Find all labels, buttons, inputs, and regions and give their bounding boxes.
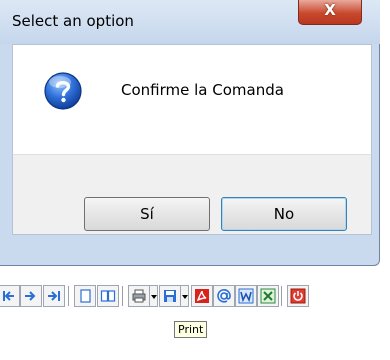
save-dropdown[interactable] [180, 285, 189, 307]
email-button[interactable] [213, 285, 235, 307]
next-page-icon [25, 291, 36, 301]
question-icon [44, 72, 82, 110]
pdf-icon [195, 289, 209, 303]
excel-icon [260, 288, 276, 304]
dialog-content: Confirme la Comanda [12, 44, 372, 154]
print-tooltip: Print [174, 321, 208, 338]
exit-button[interactable] [287, 285, 309, 307]
screen: Select an option X Confirme la Comanda S… [0, 0, 390, 360]
dialog-message: Confirme la Comanda [121, 81, 284, 99]
yes-button[interactable]: Sí [84, 197, 210, 231]
word-icon [238, 288, 254, 304]
dialog-title: Select an option [12, 12, 134, 30]
close-button[interactable]: X [298, 0, 362, 25]
email-icon [217, 289, 231, 303]
next-page-button[interactable] [20, 285, 42, 307]
export-excel-button[interactable] [257, 285, 279, 307]
first-page-button[interactable] [0, 285, 20, 307]
dialog-window: Select an option X Confirme la Comanda S… [0, 0, 380, 266]
save-icon [164, 290, 176, 302]
toolbar-separator [68, 286, 71, 306]
dialog-footer: Sí No [12, 154, 372, 235]
exit-icon [290, 288, 306, 304]
first-page-icon [3, 291, 14, 301]
single-page-button[interactable] [74, 285, 96, 307]
no-button[interactable]: No [221, 197, 347, 231]
print-dropdown[interactable] [149, 285, 158, 307]
save-button[interactable] [159, 285, 181, 307]
last-page-button[interactable] [43, 285, 65, 307]
two-pages-button[interactable] [97, 285, 119, 307]
two-pages-icon [100, 290, 116, 302]
single-page-icon [80, 289, 91, 303]
export-pdf-button[interactable] [191, 285, 213, 307]
toolbar-separator [122, 286, 125, 306]
report-toolbar [0, 285, 390, 309]
title-bar: Select an option X [0, 0, 380, 44]
print-icon [132, 289, 146, 303]
print-button[interactable] [128, 285, 150, 307]
close-icon: X [324, 1, 336, 19]
last-page-icon [48, 291, 60, 301]
toolbar-separator [281, 286, 284, 306]
export-word-button[interactable] [235, 285, 257, 307]
